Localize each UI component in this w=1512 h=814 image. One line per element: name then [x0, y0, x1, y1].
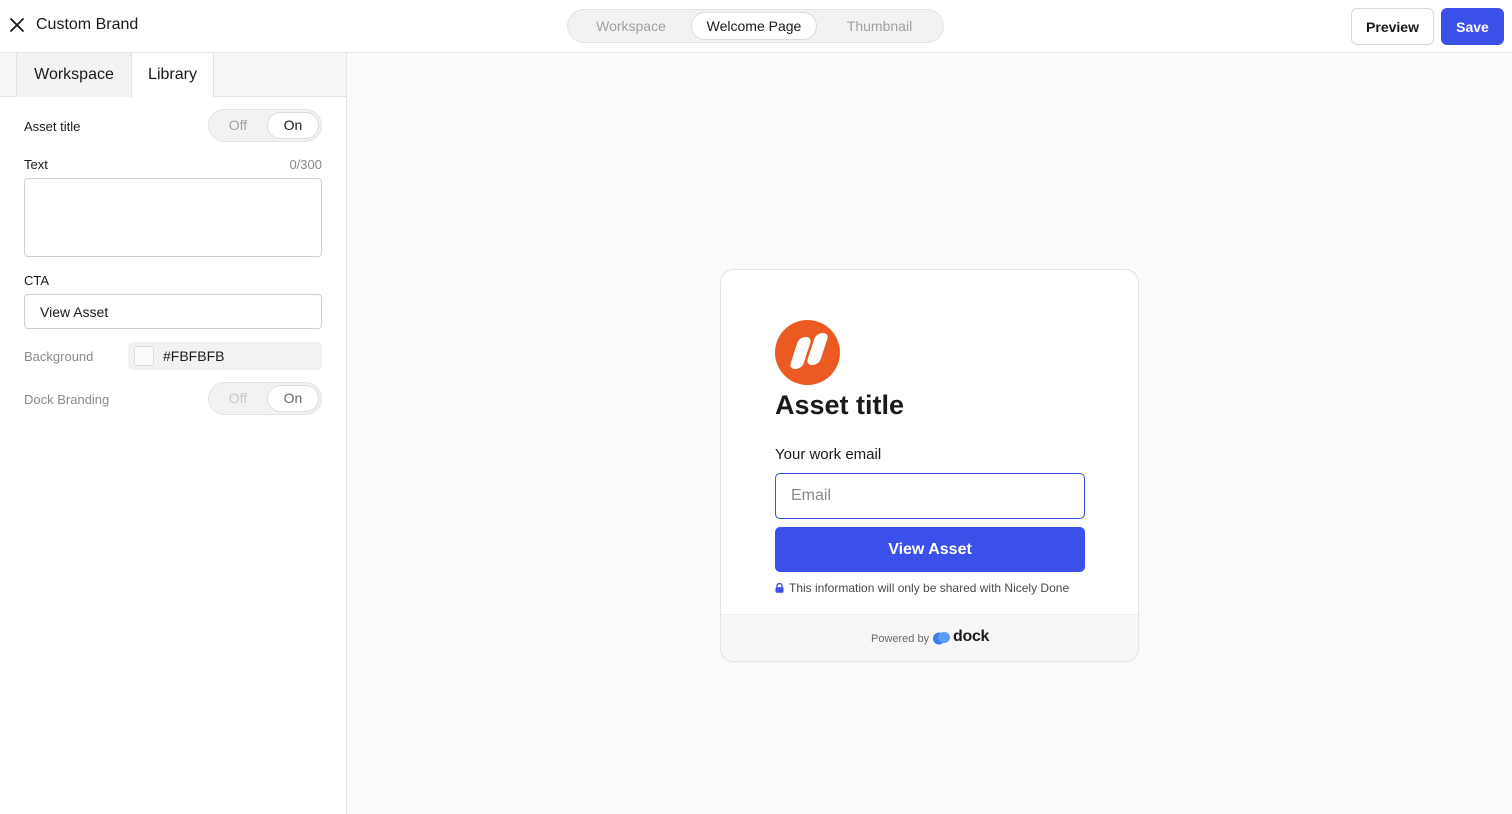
- background-label: Background: [24, 349, 94, 364]
- background-color-swatch[interactable]: [134, 346, 154, 366]
- asset-title-toggle: Off On: [208, 109, 322, 142]
- text-input[interactable]: [24, 178, 322, 257]
- close-icon: [10, 18, 24, 32]
- email-label: Your work email: [775, 446, 882, 463]
- welcome-page-preview-card: Asset title Your work email View Asset T…: [720, 269, 1139, 662]
- dock-branding-toggle: Off On: [208, 382, 322, 415]
- dock-branding-off-option[interactable]: Off: [212, 385, 264, 412]
- privacy-notice: This information will only be shared wit…: [775, 581, 1069, 595]
- privacy-notice-text: This information will only be shared wit…: [789, 581, 1070, 595]
- email-input[interactable]: [775, 473, 1085, 519]
- asset-title-off-option[interactable]: Off: [212, 112, 264, 139]
- tab-library[interactable]: Library: [131, 53, 214, 98]
- view-switcher: Workspace Welcome Page Thumbnail: [567, 9, 944, 43]
- dock-wordmark: dock: [953, 628, 990, 645]
- settings-tabs: Workspace Library: [0, 53, 346, 98]
- asset-title-on-option[interactable]: On: [267, 112, 319, 139]
- text-char-counter: 0/300: [289, 157, 322, 172]
- background-color-value: #FBFBFB: [163, 348, 225, 364]
- powered-by-text: Powered by: [871, 633, 930, 645]
- powered-by-footer: Powered by dock: [721, 614, 1138, 661]
- brand-logo: [775, 320, 840, 385]
- text-label: Text: [24, 157, 48, 172]
- segment-workspace[interactable]: Workspace: [571, 12, 691, 40]
- preview-button[interactable]: Preview: [1351, 8, 1434, 45]
- dock-branding-on-option[interactable]: On: [267, 385, 319, 412]
- dock-branding-label: Dock Branding: [24, 392, 110, 407]
- save-button[interactable]: Save: [1441, 8, 1504, 45]
- cta-label: CTA: [24, 273, 50, 288]
- background-color-field[interactable]: #FBFBFB: [128, 342, 322, 370]
- top-bar: Custom Brand Workspace Welcome Page Thum…: [0, 0, 1512, 53]
- segment-thumbnail[interactable]: Thumbnail: [818, 12, 941, 40]
- view-asset-button[interactable]: View Asset: [775, 527, 1085, 572]
- settings-panel: Workspace Library Asset title Off On Tex…: [0, 53, 347, 814]
- lock-icon: [775, 583, 784, 593]
- close-button[interactable]: [8, 16, 26, 34]
- cta-input[interactable]: [24, 294, 322, 329]
- page-title: Custom Brand: [36, 16, 139, 33]
- tab-workspace[interactable]: Workspace: [16, 53, 131, 97]
- segment-welcome-page[interactable]: Welcome Page: [691, 12, 817, 40]
- dock-logo-icon: [933, 632, 950, 645]
- asset-title-label: Asset title: [24, 119, 81, 134]
- asset-title: Asset title: [775, 390, 905, 420]
